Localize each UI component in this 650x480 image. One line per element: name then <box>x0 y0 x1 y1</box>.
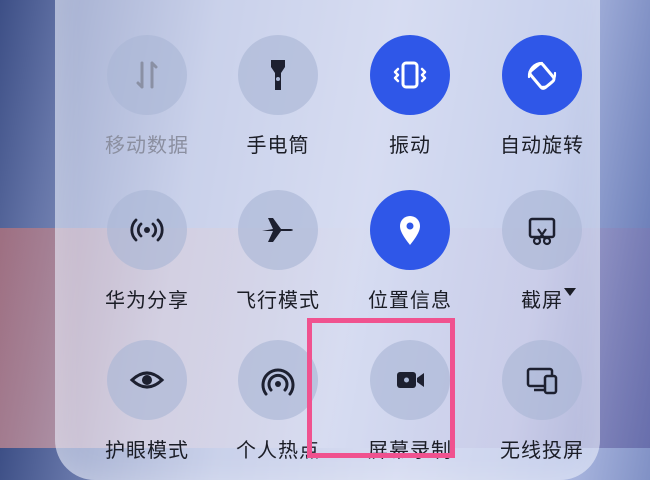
tile-eye-comfort[interactable]: 护眼模式 <box>87 340 207 462</box>
tile-mobile-data[interactable]: 移动数据 <box>87 35 207 157</box>
airplane-icon <box>238 190 318 270</box>
tile-auto-rotate[interactable]: 自动旋转 <box>482 35 602 157</box>
tile-label: 无线投屏 <box>500 438 584 462</box>
tile-airplane-mode[interactable]: 飞行模式 <box>218 190 338 312</box>
tile-vibrate[interactable]: 振动 <box>350 35 470 157</box>
tile-label: 自动旋转 <box>500 133 584 157</box>
screenshot-options-dropdown-icon[interactable] <box>564 288 576 296</box>
location-pin-icon <box>370 190 450 270</box>
auto-rotate-icon <box>502 35 582 115</box>
tile-location[interactable]: 位置信息 <box>350 190 470 312</box>
eye-icon <box>107 340 187 420</box>
vibrate-icon <box>370 35 450 115</box>
screenshot-icon <box>502 190 582 270</box>
highlight-box <box>307 318 455 458</box>
tile-flashlight[interactable]: 手电筒 <box>218 35 338 157</box>
flashlight-icon <box>238 35 318 115</box>
tile-label: 截屏 <box>521 288 563 312</box>
tile-screenshot[interactable]: 截屏 <box>482 190 602 312</box>
hotspot-icon <box>238 340 318 420</box>
mobile-data-icon <box>107 35 187 115</box>
wireless-projection-icon <box>502 340 582 420</box>
tile-huawei-share[interactable]: 华为分享 <box>87 190 207 312</box>
huawei-share-icon <box>107 190 187 270</box>
tile-wireless-projection[interactable]: 无线投屏 <box>482 340 602 462</box>
